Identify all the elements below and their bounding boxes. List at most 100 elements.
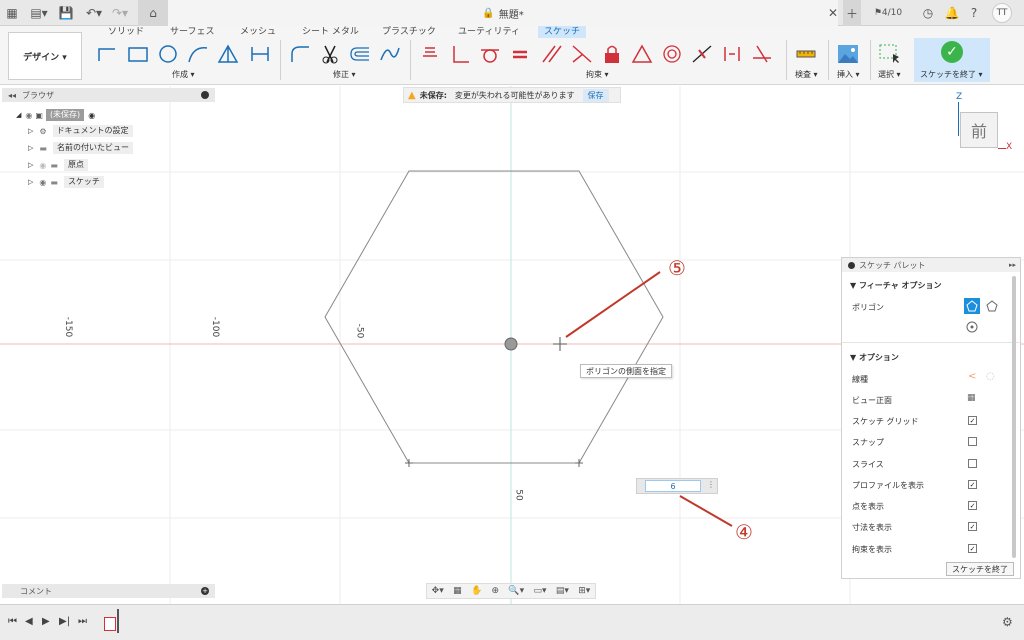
eye-hidden-icon[interactable]: ◉ [39,161,46,170]
equal-constraint-icon[interactable] [508,42,532,66]
rectangle-tool-icon[interactable] [126,42,150,66]
measure-tool-icon[interactable] [794,42,818,66]
home-icon[interactable]: ⌂ [138,0,168,26]
look-at-icon[interactable]: ▦ [967,393,976,403]
section-toggle-icon[interactable]: ▼ [850,353,859,362]
timeline-marker[interactable] [117,609,119,633]
tab-solid[interactable]: ソリッド [108,26,144,38]
tree-node-named-views[interactable]: ▷ ▬ 名前の付いたビュー [28,142,133,154]
select-group-label[interactable]: 選択 ▾ [878,69,901,80]
go-to-end-icon[interactable]: ⏭ [78,616,87,627]
line-tool-icon[interactable] [96,42,120,66]
expand-icon[interactable]: ▷ [28,161,33,169]
snap-checkbox[interactable] [968,437,977,446]
feature-options-section[interactable]: ▼ フィーチャ オプション [850,280,941,291]
orbit-icon[interactable]: ✥▾ [432,586,444,596]
play-icon[interactable]: ▶ [42,616,50,627]
checkmark-icon[interactable]: ✓ [941,41,963,63]
inscribed-polygon-icon[interactable] [986,300,998,312]
job-status[interactable]: ⚑ 4/10 [868,0,908,26]
slot-tool-icon[interactable] [248,42,272,66]
coincident-constraint-icon[interactable] [418,42,442,66]
redo-icon[interactable]: ↷▾ [110,0,130,26]
activate-radio-icon[interactable]: ◉ [88,111,95,120]
show-dimensions-checkbox[interactable]: ✓ [968,522,977,531]
undo-icon[interactable]: ↶▾ [84,0,104,26]
polygon-sides-input[interactable] [645,480,701,492]
finish-sketch-button[interactable]: スケッチを終了 [946,562,1014,576]
step-forward-icon[interactable]: ▶| [59,616,70,627]
eye-icon[interactable]: ◉ [25,111,32,120]
smooth-constraint-icon[interactable] [720,42,744,66]
inspect-group-label[interactable]: 検査 ▾ [795,69,818,80]
palette-collapse-icon[interactable]: ▸▸ [1009,261,1016,269]
save-icon[interactable]: 💾 [58,0,74,26]
horizontal-vertical-constraint-icon[interactable] [750,42,774,66]
go-to-start-icon[interactable]: ⏮ [8,616,17,627]
palette-pin-icon[interactable] [848,261,855,269]
app-grid-icon[interactable]: ▦ [4,0,20,26]
finish-sketch-area[interactable]: ✓ スケッチを終了 ▾ [914,38,990,82]
pan-icon[interactable]: ✋ [471,586,482,596]
construction-linetype-icon[interactable]: < [968,371,976,382]
document-tab[interactable]: 🔒 無題* [168,0,838,26]
tree-node-origin[interactable]: ▷ ◉ ▬ 原点 [28,159,88,171]
expand-icon[interactable]: ▷ [28,178,33,186]
create-group-label[interactable]: 作成 ▾ [172,69,195,80]
help-icon[interactable]: ? [966,0,982,26]
section-toggle-icon[interactable]: ▼ [850,281,859,290]
display-settings-icon[interactable]: ▭▾ [533,586,546,596]
fit-icon[interactable]: 🔍▾ [508,586,524,596]
offset-tool-icon[interactable] [348,42,372,66]
view-cube-front[interactable]: 前 [960,112,998,148]
insert-image-icon[interactable] [836,42,860,66]
fillet-tool-icon[interactable] [288,42,312,66]
tab-surface[interactable]: サーフェス [170,26,214,38]
expand-icon[interactable]: ◢ [16,111,21,119]
select-tool-icon[interactable] [878,42,902,66]
step-back-icon[interactable]: ◀ [25,616,33,627]
file-menu-icon[interactable]: ▤▾ [28,0,50,26]
perpendicular-constraint-icon[interactable] [448,42,472,66]
collinear-constraint-icon[interactable] [570,42,594,66]
palette-header[interactable]: スケッチ パレット ▸▸ [842,258,1020,272]
hexagon-polygon[interactable] [324,170,664,464]
view-cube[interactable]: Z 前 X [954,92,1016,154]
tab-plastic[interactable]: プラスチック [382,26,436,38]
midpoint-constraint-icon[interactable] [690,42,714,66]
parallel-constraint-icon[interactable] [540,42,564,66]
notification-icon[interactable]: 🔔 [944,0,960,26]
timeline-settings-gear-icon[interactable]: ⚙ [1002,615,1013,629]
expand-icon[interactable]: ▷ [28,144,33,152]
symmetry-constraint-icon[interactable] [630,42,654,66]
expand-icon[interactable]: ▷ [28,127,33,135]
tab-sketch[interactable]: スケッチ [538,26,587,38]
tab-sheet-metal[interactable]: シート メタル [302,26,359,38]
finish-group-label[interactable]: スケッチを終了 ▾ [920,69,983,80]
save-button[interactable]: 保存 [582,88,609,102]
pin-icon[interactable] [201,91,209,99]
eye-icon[interactable]: ◉ [39,178,46,187]
tab-mesh[interactable]: メッシュ [240,26,276,38]
comments-panel[interactable]: コメント + [2,584,215,598]
new-tab-icon[interactable]: ＋ [843,0,861,26]
circle-tool-icon[interactable] [156,42,180,66]
arc-tool-icon[interactable] [186,42,210,66]
user-avatar[interactable]: TT [992,3,1012,23]
concentric-constraint-icon[interactable] [660,42,684,66]
constraints-group-label[interactable]: 拘束 ▾ [586,69,609,80]
sketch-grid-checkbox[interactable]: ✓ [968,416,977,425]
show-profile-checkbox[interactable]: ✓ [968,480,977,489]
add-comment-icon[interactable]: + [201,587,209,595]
clock-icon[interactable]: ◷ [920,0,936,26]
tree-node-doc-settings[interactable]: ▷ ⚙ ドキュメントの設定 [28,125,133,137]
viewports-icon[interactable]: ⊞▾ [578,586,590,596]
fix-constraint-icon[interactable] [600,42,624,66]
more-options-icon[interactable]: ⋮ [707,480,715,489]
show-constraints-checkbox[interactable]: ✓ [968,544,977,553]
slice-checkbox[interactable] [968,459,977,468]
modify-group-label[interactable]: 修正 ▾ [333,69,356,80]
sketch-timeline-feature-icon[interactable] [104,617,116,631]
show-points-checkbox[interactable]: ✓ [968,501,977,510]
circumscribed-polygon-icon[interactable] [964,298,980,314]
